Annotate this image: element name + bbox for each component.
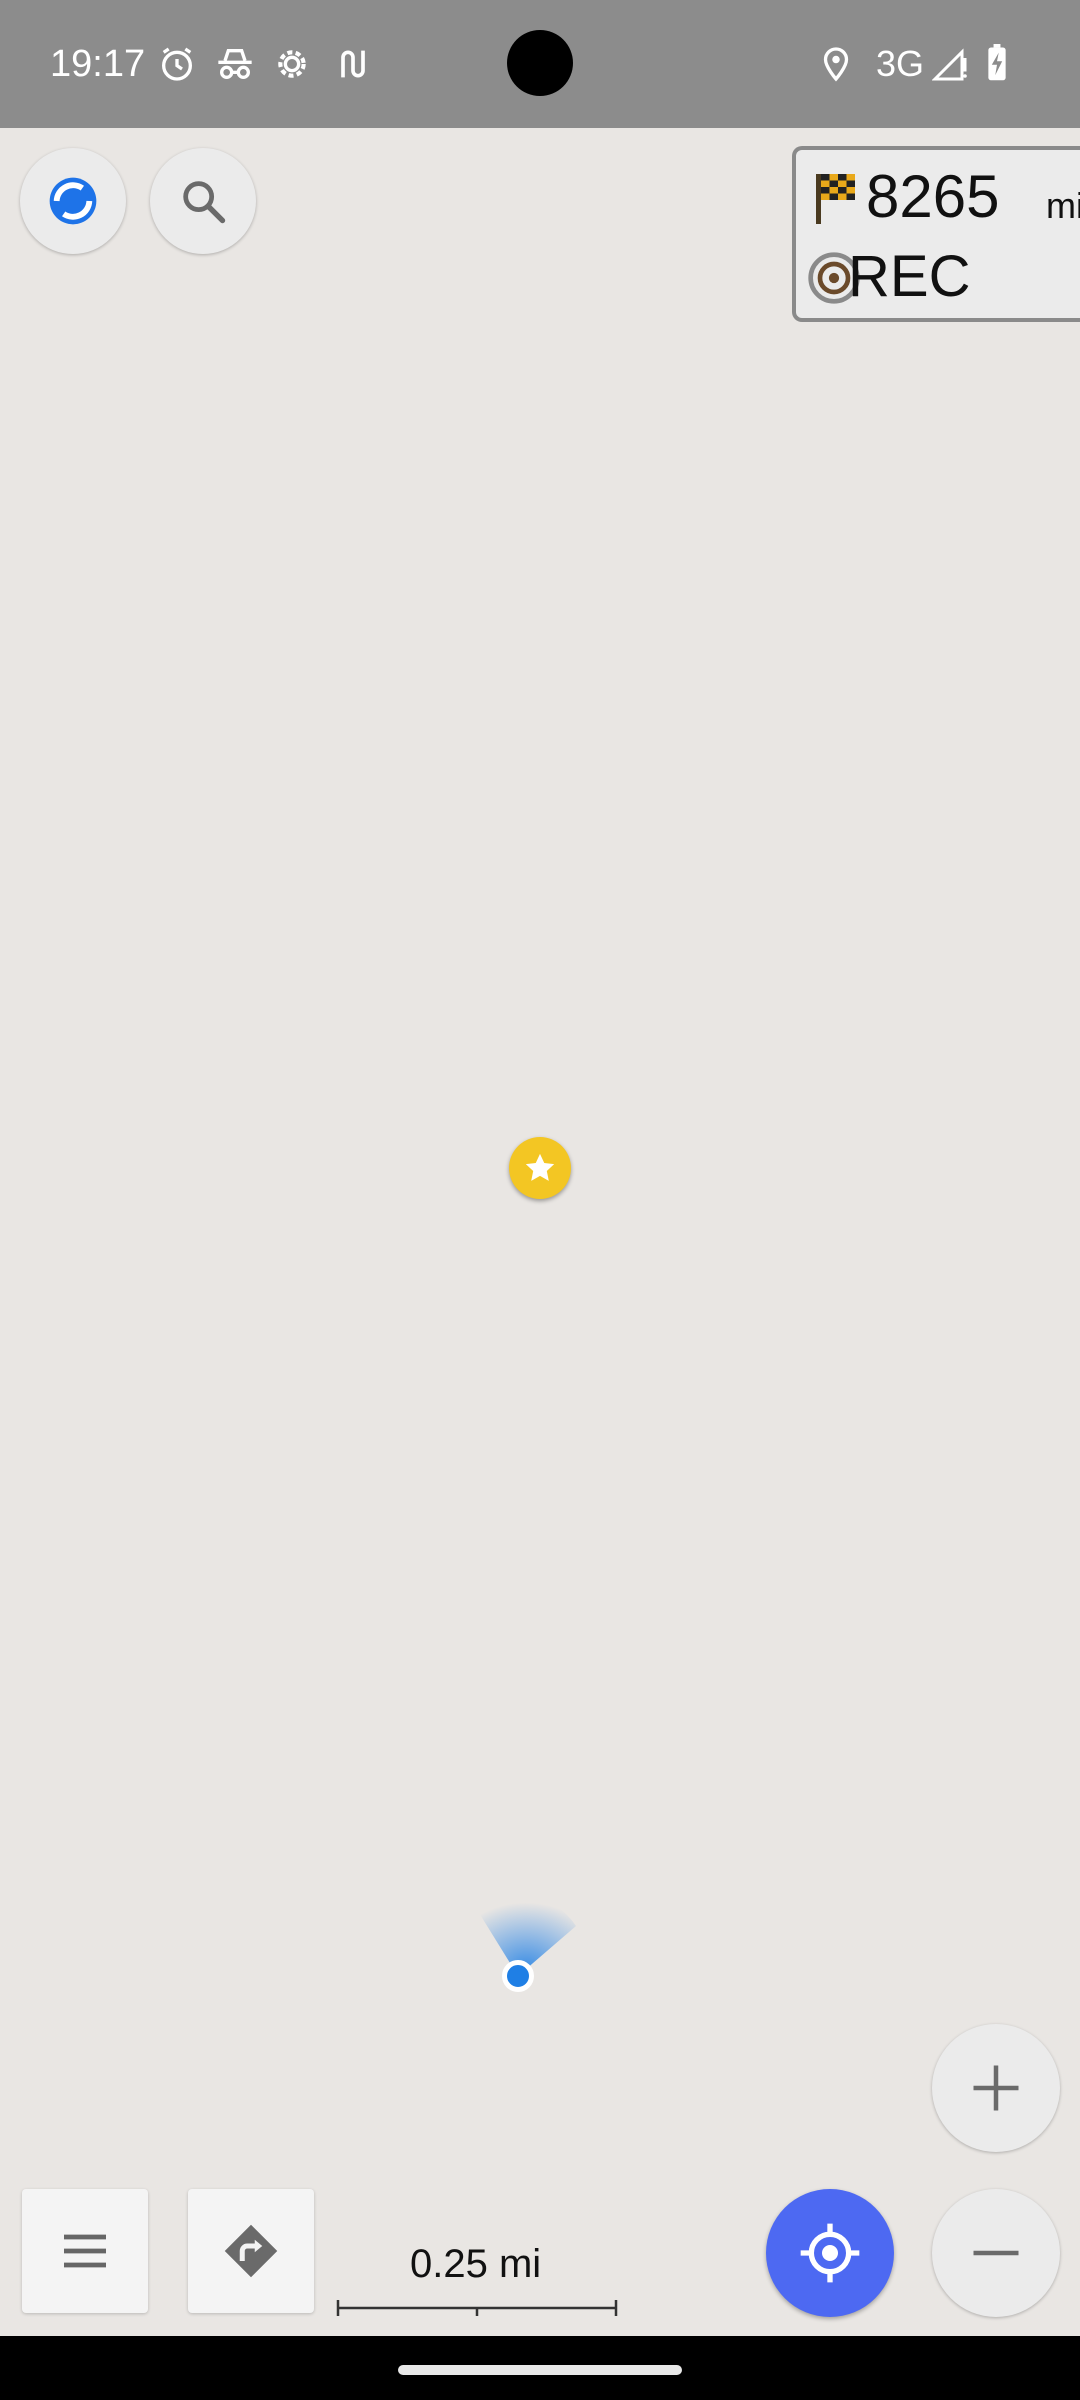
distance-value: 8265 (866, 163, 1000, 230)
plus-icon (973, 2065, 1019, 2111)
compass-button[interactable] (20, 148, 126, 254)
my-location-button[interactable] (766, 2189, 894, 2317)
menu-button[interactable] (22, 2189, 148, 2313)
current-location-dot (502, 1960, 534, 1992)
settings-gear-icon (278, 50, 306, 78)
network-type: 3G (876, 43, 925, 84)
battery-charging-icon (988, 44, 1006, 81)
trip-info-widget[interactable]: 8265 mi REC (792, 146, 1080, 322)
menu-icon (64, 2234, 106, 2268)
star-icon (525, 1153, 555, 1181)
distance-unit: mi (1046, 185, 1080, 226)
directions-icon (224, 2224, 278, 2278)
map-scale-bar (336, 2300, 618, 2316)
map-view[interactable] (0, 128, 1080, 2336)
incognito-icon (218, 49, 252, 80)
location-icon (823, 47, 849, 82)
checkered-flag-icon (816, 174, 855, 224)
favorite-marker[interactable] (509, 1137, 571, 1199)
zoom-in-button[interactable] (932, 2024, 1060, 2152)
my-location-icon (800, 2223, 860, 2283)
camera-cutout (507, 30, 573, 96)
alarm-icon (162, 47, 192, 81)
status-bar: 19:17 3G (0, 0, 1080, 128)
distance-row[interactable]: 8265 mi (814, 160, 1080, 230)
map-scale-label: 0.25 mi (410, 2242, 542, 2286)
rec-label[interactable]: REC (848, 242, 970, 312)
search-icon (183, 181, 226, 224)
signal-icon (932, 48, 967, 81)
compass-icon (49, 177, 97, 225)
home-gesture-handle[interactable] (398, 2365, 682, 2375)
route-sync-icon (341, 50, 365, 78)
zoom-out-button[interactable] (932, 2189, 1060, 2317)
minus-icon (973, 2250, 1019, 2256)
directions-button[interactable] (188, 2189, 314, 2313)
status-time: 19:17 (50, 43, 146, 85)
search-button[interactable] (150, 148, 256, 254)
